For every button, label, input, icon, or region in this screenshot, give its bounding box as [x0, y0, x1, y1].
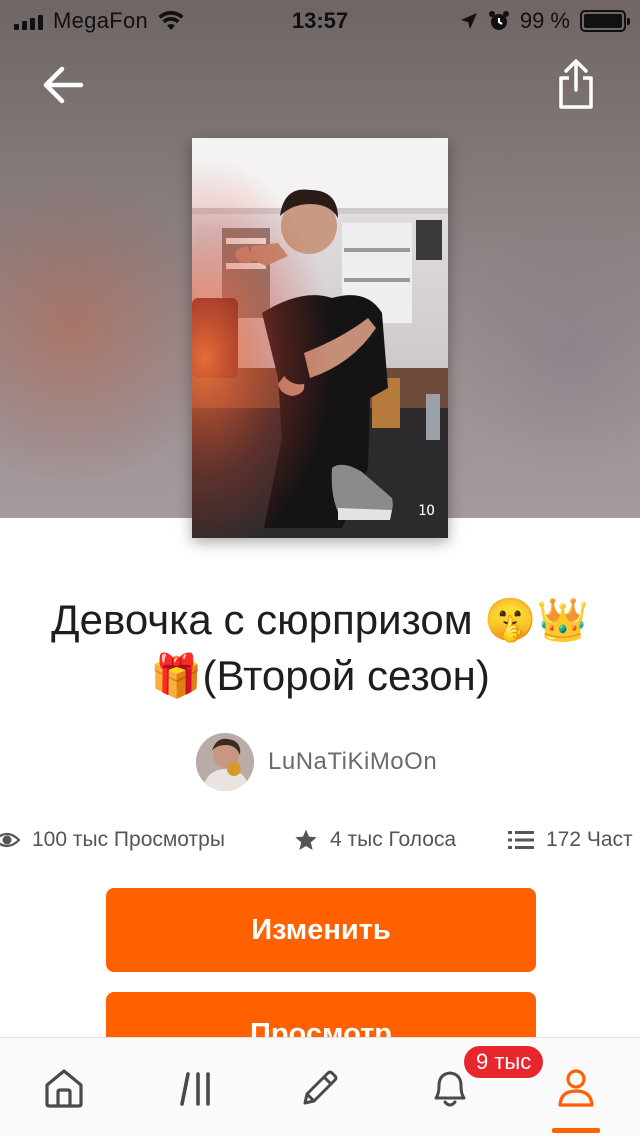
home-icon — [45, 1069, 83, 1108]
author-link[interactable]: LuNaTiKiMoOn — [196, 732, 437, 792]
pencil-icon — [303, 1070, 338, 1105]
tab-profile[interactable] — [546, 1060, 606, 1116]
tab-browse[interactable] — [166, 1060, 226, 1116]
story-cover[interactable]: 1O — [192, 138, 448, 538]
battery-percent: 99 % — [519, 8, 570, 33]
tab-home[interactable] — [34, 1060, 94, 1116]
notifications-badge: 9 тыс — [462, 1044, 546, 1080]
active-tab-indicator — [552, 1128, 600, 1133]
stat-parts: 172 Част — [508, 820, 640, 860]
hero-glow — [0, 180, 220, 480]
tab-write[interactable] — [290, 1060, 350, 1116]
story-stats: 100 тыс Просмотры 4 тыс Голоса 172 Част — [0, 820, 640, 860]
status-bar: MegaFon 13:57 99 % — [0, 0, 640, 40]
avatar-image — [196, 733, 254, 791]
views-label: 100 тыс Просмотры — [32, 828, 225, 851]
location-icon — [460, 13, 477, 29]
battery-cap — [627, 18, 630, 25]
author-name: LuNaTiKiMoOn — [268, 748, 438, 775]
battery-fill — [584, 14, 622, 28]
eye-icon — [0, 832, 20, 848]
story-title: Девочка с сюрпризом 🤫👑🎁(Второй сезон) — [51, 596, 589, 699]
stat-views: 100 тыс Просмотры — [0, 820, 225, 860]
status-right: 99 % — [460, 8, 630, 34]
hero-glow-secondary — [440, 220, 640, 480]
star-icon — [295, 829, 317, 850]
share-icon — [559, 59, 593, 109]
share-button[interactable] — [552, 56, 600, 112]
cover-image: 1O — [192, 138, 448, 538]
votes-label: 4 тыс Голоса — [330, 828, 457, 851]
edit-button[interactable]: Изменить — [106, 888, 536, 972]
avatar — [196, 733, 254, 791]
profile-icon — [558, 1069, 594, 1107]
browse-icon — [180, 1072, 210, 1106]
parts-label: 172 Част — [546, 828, 633, 851]
arrow-left-icon — [43, 66, 84, 104]
battery-icon — [580, 10, 630, 32]
alarm-icon — [488, 11, 509, 30]
back-button[interactable] — [38, 60, 88, 110]
tab-bar — [0, 1037, 640, 1136]
stat-votes: 4 тыс Голоса — [294, 820, 456, 860]
list-icon — [508, 831, 534, 849]
